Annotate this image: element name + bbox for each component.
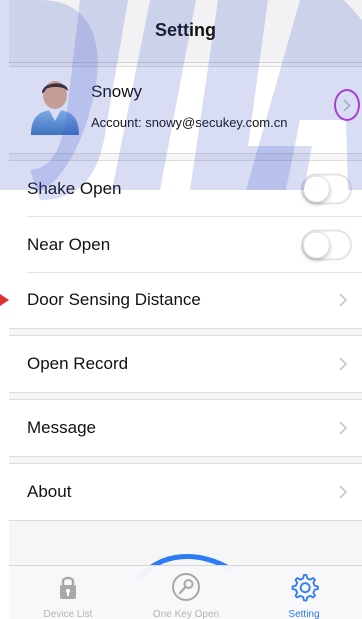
message-group: Message: [9, 399, 362, 457]
door-sensing-distance-label: Door Sensing Distance: [27, 290, 201, 309]
chevron-right-icon: [339, 293, 348, 307]
near-open-toggle[interactable]: [301, 229, 352, 261]
about-row[interactable]: About: [9, 464, 362, 520]
settings-screen: Setting Snowy Account: snowy@secukey.com…: [0, 0, 362, 619]
avatar-icon: [31, 81, 79, 135]
about-group: About: [9, 463, 362, 521]
account-email: Account: snowy@secukey.com.cn: [91, 115, 288, 130]
open-record-group: Open Record: [9, 335, 362, 393]
shake-open-row: Shake Open: [9, 161, 362, 217]
message-label: Message: [27, 418, 96, 437]
near-open-row: Near Open: [9, 217, 362, 273]
open-record-row[interactable]: Open Record: [9, 336, 362, 392]
account-row[interactable]: Snowy Account: snowy@secukey.com.cn: [9, 66, 362, 154]
tab-label: Setting: [288, 609, 320, 619]
chevron-right-highlighted[interactable]: [334, 89, 360, 121]
tab-label: One Key Open: [152, 609, 220, 619]
chevron-right-icon: [339, 485, 348, 499]
left-edge-strip: [0, 0, 9, 619]
key-icon: [172, 573, 200, 601]
lock-icon: [60, 576, 76, 599]
tab-bar: Device List One Key Open Setting: [9, 565, 362, 619]
account-name: Snowy: [91, 82, 143, 101]
navigation-bar: Setting: [9, 0, 362, 63]
gear-icon: [291, 574, 319, 602]
tab-setting[interactable]: Setting: [245, 566, 362, 619]
open-record-label: Open Record: [27, 354, 129, 373]
tab-device-list[interactable]: Device List: [9, 566, 127, 619]
door-sensing-distance-row[interactable]: Door Sensing Distance: [9, 272, 362, 328]
chevron-right-icon: [339, 421, 348, 435]
about-label: About: [27, 482, 72, 501]
shake-open-label: Shake Open: [27, 179, 122, 198]
page-title: Setting: [155, 20, 216, 40]
message-row[interactable]: Message: [9, 400, 362, 456]
settings-group: Shake Open Near Open Door Sensing Distan…: [9, 160, 362, 329]
chevron-right-icon: [343, 99, 351, 112]
shake-open-toggle[interactable]: [301, 173, 352, 205]
tab-one-key-open[interactable]: One Key Open: [127, 566, 245, 619]
chevron-right-icon: [339, 357, 348, 371]
near-open-label: Near Open: [27, 235, 111, 254]
toggle-knob: [303, 175, 330, 203]
pointer-arrow: [0, 294, 9, 306]
toggle-knob: [303, 231, 330, 259]
tab-label: Device List: [43, 609, 93, 619]
